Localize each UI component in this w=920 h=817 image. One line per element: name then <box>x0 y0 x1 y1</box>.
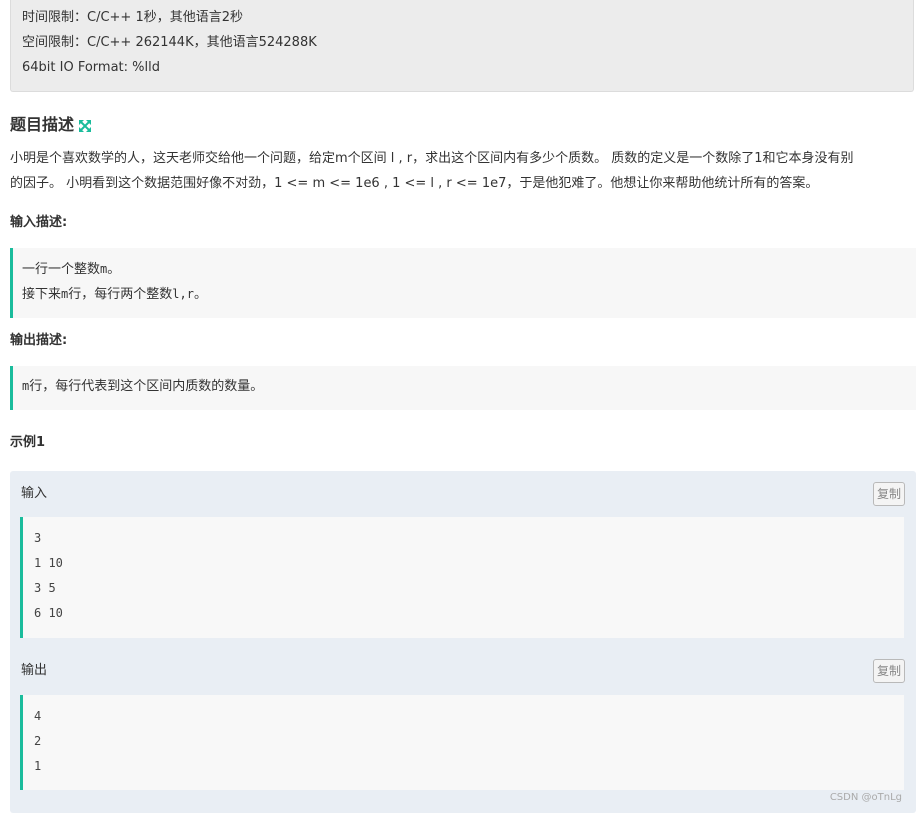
description-title: 题目描述 <box>10 115 75 134</box>
description-text: 小明是个喜欢数学的人，这天老师交给他一个问题，给定m个区间 l , r，求出这个… <box>10 146 912 196</box>
space-limit: 空间限制：C/C++ 262144K，其他语言524288K <box>22 35 317 50</box>
output-line: 4 <box>34 709 42 723</box>
description-line-2: 的因子。 小明看到这个数据范围好像不对劲，1 <= m <= 1e6 , 1 <… <box>10 176 819 191</box>
input-desc-line-2: 接下来m行，每行两个整数l,r。 <box>22 287 207 302</box>
example-input-box: 3 1 10 3 5 6 10 <box>20 517 904 638</box>
watermark: CSDN @oTnLg <box>829 792 902 803</box>
description-line-1: 小明是个喜欢数学的人，这天老师交给他一个问题，给定m个区间 l , r，求出这个… <box>10 151 854 166</box>
limits-panel: 时间限制：C/C++ 1秒，其他语言2秒 空间限制：C/C++ 262144K，… <box>10 0 914 92</box>
output-desc-line-1: m行，每行代表到这个区间内质数的数量。 <box>22 379 264 394</box>
copy-input-button[interactable]: 复制 <box>873 482 905 506</box>
example-input-label: 输入 <box>21 486 48 501</box>
example-output-label: 输出 <box>21 663 48 678</box>
example-panel: 输入 复制 3 1 10 3 5 6 10 输出 复制 4 2 1 CSDN @… <box>10 471 916 813</box>
time-limit: 时间限制：C/C++ 1秒，其他语言2秒 <box>22 10 243 25</box>
input-line: 6 10 <box>34 606 63 620</box>
input-line: 3 <box>34 531 42 545</box>
copy-output-button[interactable]: 复制 <box>873 659 905 683</box>
example-output-box: 4 2 1 <box>20 695 904 790</box>
output-desc-box: m行，每行代表到这个区间内质数的数量。 <box>10 366 916 410</box>
example-title: 示例1 <box>10 435 46 450</box>
output-line: 2 <box>34 734 42 748</box>
input-line: 3 5 <box>34 581 56 595</box>
io-format: 64bit IO Format: %lld <box>22 60 160 75</box>
description-header: 题目描述 <box>10 114 92 136</box>
input-line: 1 10 <box>34 556 63 570</box>
input-desc-label: 输入描述: <box>10 215 68 230</box>
input-desc-line-1: 一行一个整数m。 <box>22 262 121 277</box>
expand-arrows-icon[interactable] <box>78 118 92 132</box>
output-line: 1 <box>34 759 42 773</box>
output-desc-label: 输出描述: <box>10 333 68 348</box>
input-desc-box: 一行一个整数m。 接下来m行，每行两个整数l,r。 <box>10 248 916 318</box>
